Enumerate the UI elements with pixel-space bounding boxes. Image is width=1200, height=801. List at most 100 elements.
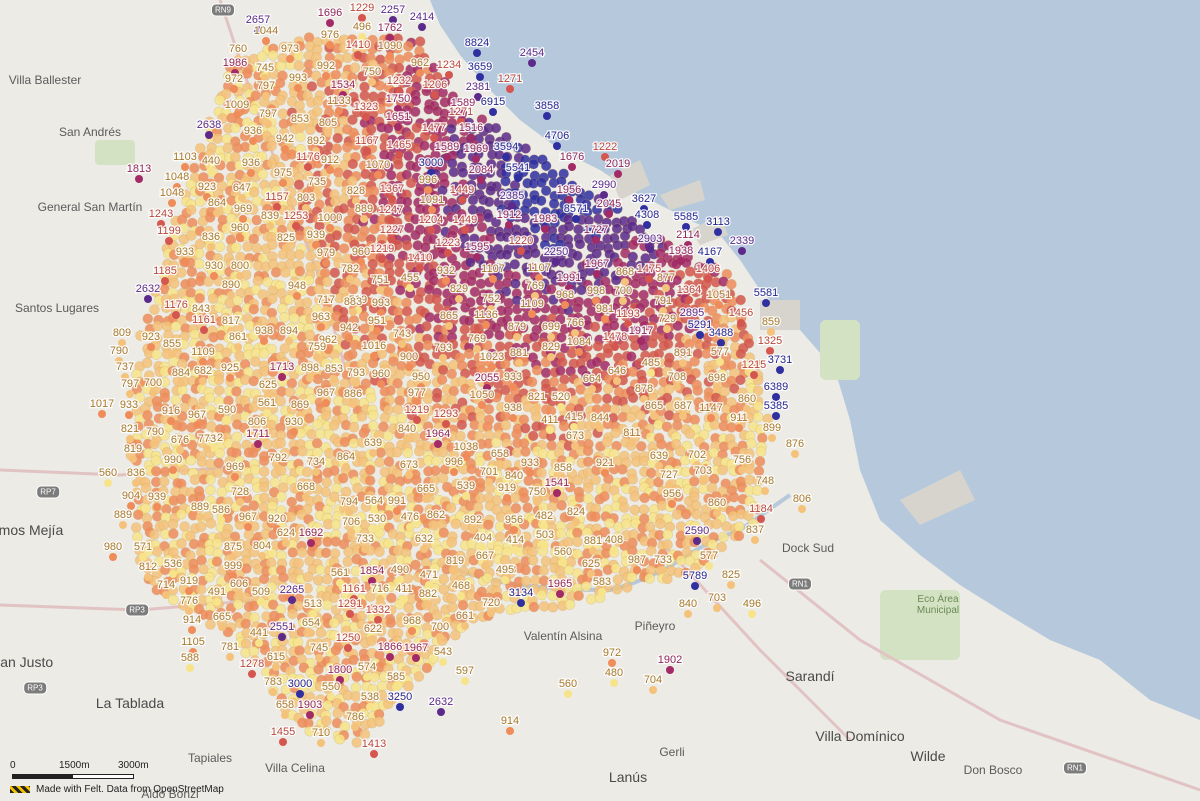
data-point[interactable] xyxy=(403,602,415,614)
data-point[interactable] xyxy=(350,691,362,702)
data-point[interactable] xyxy=(185,230,197,241)
data-point[interactable] xyxy=(151,546,163,557)
data-point[interactable] xyxy=(334,733,346,745)
labeled-data-point[interactable] xyxy=(673,383,681,391)
labeled-data-point[interactable] xyxy=(360,215,368,223)
data-point[interactable] xyxy=(278,482,289,494)
data-point[interactable] xyxy=(531,364,543,376)
labeled-data-point[interactable] xyxy=(347,528,355,536)
data-point[interactable] xyxy=(331,230,343,241)
data-point[interactable] xyxy=(347,114,358,126)
data-point[interactable] xyxy=(248,303,260,315)
data-point[interactable] xyxy=(592,340,604,352)
data-point[interactable] xyxy=(170,321,182,332)
labeled-data-point[interactable] xyxy=(501,576,509,584)
data-point[interactable] xyxy=(450,518,462,530)
data-point[interactable] xyxy=(540,367,552,379)
data-point[interactable] xyxy=(330,644,342,656)
labeled-data-point[interactable] xyxy=(147,343,155,351)
data-point[interactable] xyxy=(591,248,602,259)
data-point[interactable] xyxy=(248,500,260,511)
labeled-data-point[interactable] xyxy=(424,600,432,608)
data-point[interactable] xyxy=(756,432,768,444)
data-point[interactable] xyxy=(530,411,542,423)
labeled-data-point[interactable] xyxy=(281,711,289,719)
labeled-data-point[interactable] xyxy=(509,383,517,391)
data-point[interactable] xyxy=(275,95,286,106)
data-point[interactable] xyxy=(270,267,282,278)
labeled-data-point[interactable] xyxy=(126,435,134,443)
labeled-data-point[interactable] xyxy=(650,412,658,420)
data-point[interactable] xyxy=(733,530,745,542)
labeled-data-point[interactable] xyxy=(378,255,386,263)
data-point[interactable] xyxy=(602,347,614,359)
data-point[interactable] xyxy=(555,528,567,539)
labeled-data-point[interactable] xyxy=(485,478,493,486)
labeled-data-point[interactable] xyxy=(699,477,707,485)
data-point[interactable] xyxy=(547,168,558,180)
data-point[interactable] xyxy=(351,737,363,748)
data-point[interactable] xyxy=(492,544,504,556)
data-point[interactable] xyxy=(364,464,376,476)
data-point[interactable] xyxy=(494,329,505,341)
labeled-data-point[interactable] xyxy=(312,468,320,476)
labeled-data-point[interactable] xyxy=(244,523,252,531)
data-point[interactable] xyxy=(445,502,457,514)
labeled-data-point[interactable] xyxy=(351,723,359,731)
data-point[interactable] xyxy=(383,286,394,298)
labeled-data-point[interactable] xyxy=(109,553,117,561)
data-point[interactable] xyxy=(625,351,637,362)
data-point[interactable] xyxy=(472,502,484,513)
labeled-data-point[interactable] xyxy=(162,591,170,599)
data-point[interactable] xyxy=(528,601,540,613)
data-point[interactable] xyxy=(338,243,350,254)
labeled-data-point[interactable] xyxy=(478,401,486,409)
labeled-data-point[interactable] xyxy=(637,337,645,345)
data-point[interactable] xyxy=(293,179,305,190)
labeled-data-point[interactable] xyxy=(704,275,712,283)
data-point[interactable] xyxy=(619,502,630,513)
labeled-data-point[interactable] xyxy=(416,264,424,272)
labeled-data-point[interactable] xyxy=(279,738,287,746)
labeled-data-point[interactable] xyxy=(572,215,580,223)
data-point[interactable] xyxy=(520,446,531,457)
labeled-data-point[interactable] xyxy=(768,434,776,442)
data-point[interactable] xyxy=(501,249,513,260)
labeled-data-point[interactable] xyxy=(326,166,334,174)
data-point[interactable] xyxy=(402,40,414,52)
labeled-data-point[interactable] xyxy=(326,19,334,27)
labeled-data-point[interactable] xyxy=(442,420,450,428)
labeled-data-point[interactable] xyxy=(611,343,619,351)
data-point[interactable] xyxy=(689,414,701,426)
labeled-data-point[interactable] xyxy=(326,41,334,49)
data-point[interactable] xyxy=(519,422,531,434)
labeled-data-point[interactable] xyxy=(693,537,701,545)
data-point[interactable] xyxy=(279,311,290,323)
data-point[interactable] xyxy=(520,143,532,154)
data-point[interactable] xyxy=(385,385,396,396)
data-point[interactable] xyxy=(500,419,512,431)
data-point[interactable] xyxy=(314,428,326,440)
labeled-data-point[interactable] xyxy=(553,489,561,497)
data-point[interactable] xyxy=(375,447,387,458)
labeled-data-point[interactable] xyxy=(238,194,246,202)
data-point[interactable] xyxy=(528,331,540,343)
data-point[interactable] xyxy=(436,374,448,386)
data-point[interactable] xyxy=(349,62,361,74)
data-point[interactable] xyxy=(178,464,190,476)
data-point[interactable] xyxy=(266,239,278,250)
labeled-data-point[interactable] xyxy=(559,558,567,566)
labeled-data-point[interactable] xyxy=(791,450,799,458)
labeled-data-point[interactable] xyxy=(362,113,370,121)
labeled-data-point[interactable] xyxy=(132,479,140,487)
data-point[interactable] xyxy=(213,385,225,396)
labeled-data-point[interactable] xyxy=(279,179,287,187)
labeled-data-point[interactable] xyxy=(473,253,481,261)
labeled-data-point[interactable] xyxy=(445,322,453,330)
labeled-data-point[interactable] xyxy=(129,455,137,463)
data-point[interactable] xyxy=(574,238,586,250)
labeled-data-point[interactable] xyxy=(269,688,277,696)
data-point[interactable] xyxy=(654,518,666,530)
data-point[interactable] xyxy=(690,500,702,511)
data-point[interactable] xyxy=(526,376,538,388)
